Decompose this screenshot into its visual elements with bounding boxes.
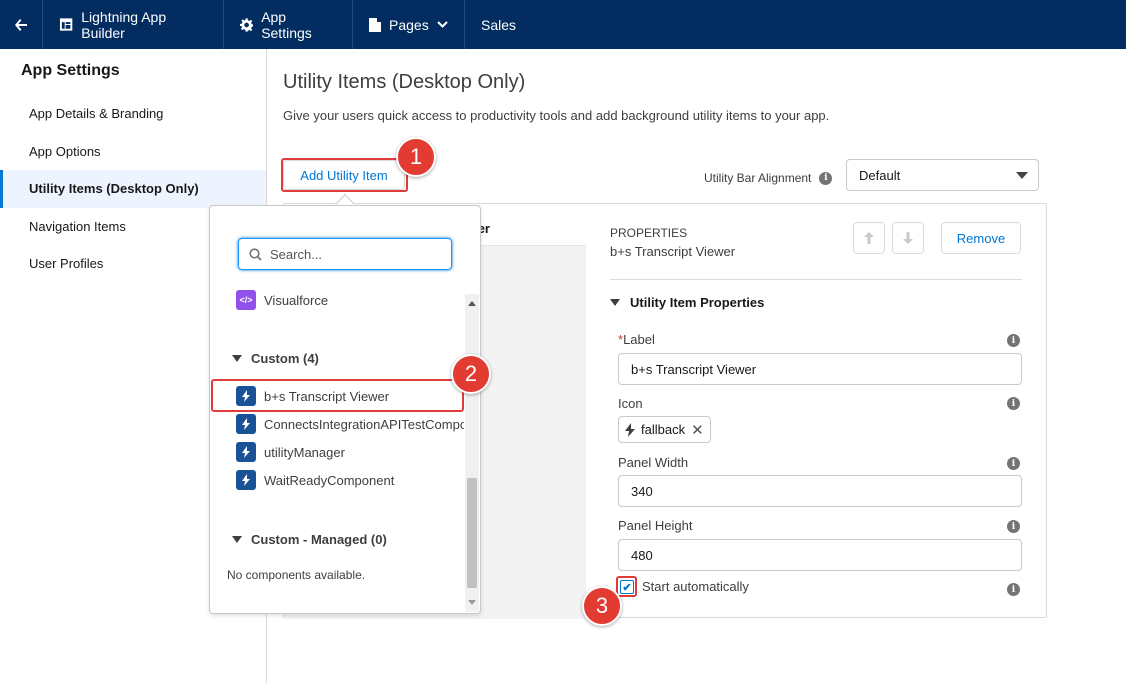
app-settings-label: App Settings	[261, 8, 312, 41]
panel-width-input[interactable]: 340	[618, 475, 1022, 507]
component-item-utility-manager[interactable]: utilityManager	[236, 442, 464, 462]
arrow-up-icon	[864, 232, 874, 244]
arrow-down-icon	[903, 232, 913, 244]
caret-down-icon	[1016, 172, 1028, 179]
label-input[interactable]: b+s Transcript Viewer	[618, 353, 1022, 385]
pages-menu[interactable]: Pages	[353, 0, 465, 49]
scroll-up-arrow-icon[interactable]	[468, 301, 476, 306]
panel-height-label: Panel Height	[618, 518, 693, 533]
add-utility-item-popover: </> Visualforce Custom (4) b+s Transcrip…	[209, 205, 481, 614]
properties-caption: PROPERTIES	[610, 226, 688, 240]
icon-pill[interactable]: fallback ✕	[618, 416, 711, 443]
component-label: utilityManager	[264, 444, 345, 460]
chevron-down-icon	[232, 536, 242, 543]
sidebar-title: App Settings	[21, 62, 120, 79]
sidebar-item-utility-items[interactable]: Utility Items (Desktop Only)	[0, 170, 266, 208]
group-custom-managed[interactable]: Custom - Managed (0)	[232, 532, 387, 547]
component-item-visualforce[interactable]: </> Visualforce	[236, 290, 464, 310]
app-name-label: Sales	[481, 16, 517, 33]
sidebar-item-label: App Details & Branding	[29, 106, 164, 122]
sidebar-item-label: Navigation Items	[29, 218, 126, 234]
step-badge-3: 3	[582, 586, 622, 626]
info-icon[interactable]: i	[1007, 457, 1020, 470]
app-settings-button[interactable]: App Settings	[224, 0, 353, 49]
highlight-box-checkbox	[616, 576, 637, 597]
component-label: WaitReadyComponent	[264, 472, 395, 488]
panel-height-input[interactable]: 480	[618, 539, 1022, 571]
back-button[interactable]	[0, 0, 43, 49]
page-title: Utility Items (Desktop Only)	[283, 71, 526, 93]
start-automatically-label: Start automatically	[642, 579, 749, 594]
sidebar-item-label: App Options	[29, 143, 101, 159]
info-icon[interactable]: i	[819, 171, 833, 185]
page-icon	[369, 17, 381, 32]
search-input[interactable]	[270, 246, 430, 262]
panel-height-value: 480	[631, 547, 653, 563]
component-item-connects-integration[interactable]: ConnectsIntegrationAPITestComponent	[236, 414, 464, 434]
search-icon	[249, 247, 262, 261]
app-builder-icon	[59, 18, 73, 31]
step-badge-1: 1	[396, 137, 436, 177]
component-search[interactable]	[238, 238, 452, 270]
chevron-down-icon	[436, 20, 448, 28]
group-custom[interactable]: Custom (4)	[232, 351, 319, 366]
highlight-box-transcript-viewer	[211, 379, 464, 412]
panel-width-value: 340	[631, 483, 653, 499]
info-icon[interactable]: i	[1007, 334, 1020, 347]
sidebar-item-label: User Profiles	[29, 256, 104, 272]
lightning-component-icon	[236, 470, 256, 490]
divider	[610, 279, 1022, 280]
alignment-label-text: Utility Bar Alignment	[704, 171, 812, 185]
info-icon[interactable]: i	[1007, 397, 1020, 410]
gear-icon	[240, 17, 254, 32]
arrow-left-icon	[15, 18, 27, 31]
alignment-value: Default	[859, 167, 901, 183]
info-icon[interactable]: i	[1007, 520, 1020, 533]
builder-label: Lightning App Builder	[81, 8, 167, 41]
pages-label: Pages	[389, 16, 429, 33]
panel-width-label: Panel Width	[618, 455, 689, 470]
sidebar-item-app-options[interactable]: App Options	[0, 133, 266, 171]
step-badge-2: 2	[451, 354, 491, 394]
top-bar: Lightning App Builder App Settings Pages…	[0, 0, 1126, 49]
utility-bar-alignment-select[interactable]: Default	[846, 159, 1039, 191]
visualforce-icon: </>	[236, 290, 256, 310]
group-label: Custom (4)	[251, 351, 319, 366]
move-down-button[interactable]	[892, 222, 924, 254]
close-icon[interactable]: ✕	[691, 421, 704, 439]
scroll-thumb[interactable]	[467, 478, 477, 588]
highlight-box-add-button	[281, 158, 408, 192]
component-label: Visualforce	[264, 292, 329, 308]
utility-bar-alignment-label: Utility Bar Alignment i	[704, 171, 833, 185]
move-up-button[interactable]	[853, 222, 885, 254]
app-name: Sales	[465, 0, 532, 49]
component-label: ConnectsIntegrationAPITestComponent	[264, 416, 464, 432]
empty-message: No components available.	[227, 568, 366, 582]
component-item-wait-ready[interactable]: WaitReadyComponent	[236, 470, 464, 490]
info-icon[interactable]: i	[1007, 583, 1020, 596]
lightning-app-builder-button[interactable]: Lightning App Builder	[43, 0, 224, 49]
chevron-down-icon	[610, 299, 620, 306]
label-field-text: Label	[623, 332, 655, 347]
lightning-component-icon	[236, 442, 256, 462]
popover-scrollbar[interactable]	[465, 294, 479, 612]
icon-value: fallback	[641, 422, 686, 437]
utility-item-properties-section[interactable]: Utility Item Properties	[610, 295, 764, 310]
group-label: Custom - Managed (0)	[251, 532, 387, 547]
sidebar-item-label: Utility Items (Desktop Only)	[29, 181, 199, 197]
lightning-bolt-icon	[625, 422, 635, 437]
icon-field-label: Icon	[618, 396, 643, 411]
sidebar-item-app-details[interactable]: App Details & Branding	[0, 95, 266, 133]
scroll-down-arrow-icon[interactable]	[468, 600, 476, 605]
page-description: Give your users quick access to producti…	[283, 108, 830, 123]
label-field-label: *Label	[618, 332, 655, 347]
properties-pane: PROPERTIES b+s Transcript Viewer Remove …	[610, 204, 1022, 619]
lightning-component-icon	[236, 414, 256, 434]
remove-button[interactable]: Remove	[941, 222, 1021, 254]
label-input-value: b+s Transcript Viewer	[631, 361, 757, 377]
chevron-down-icon	[232, 355, 242, 362]
section-title: Utility Item Properties	[630, 295, 765, 310]
selected-item-name: b+s Transcript Viewer	[610, 244, 736, 259]
